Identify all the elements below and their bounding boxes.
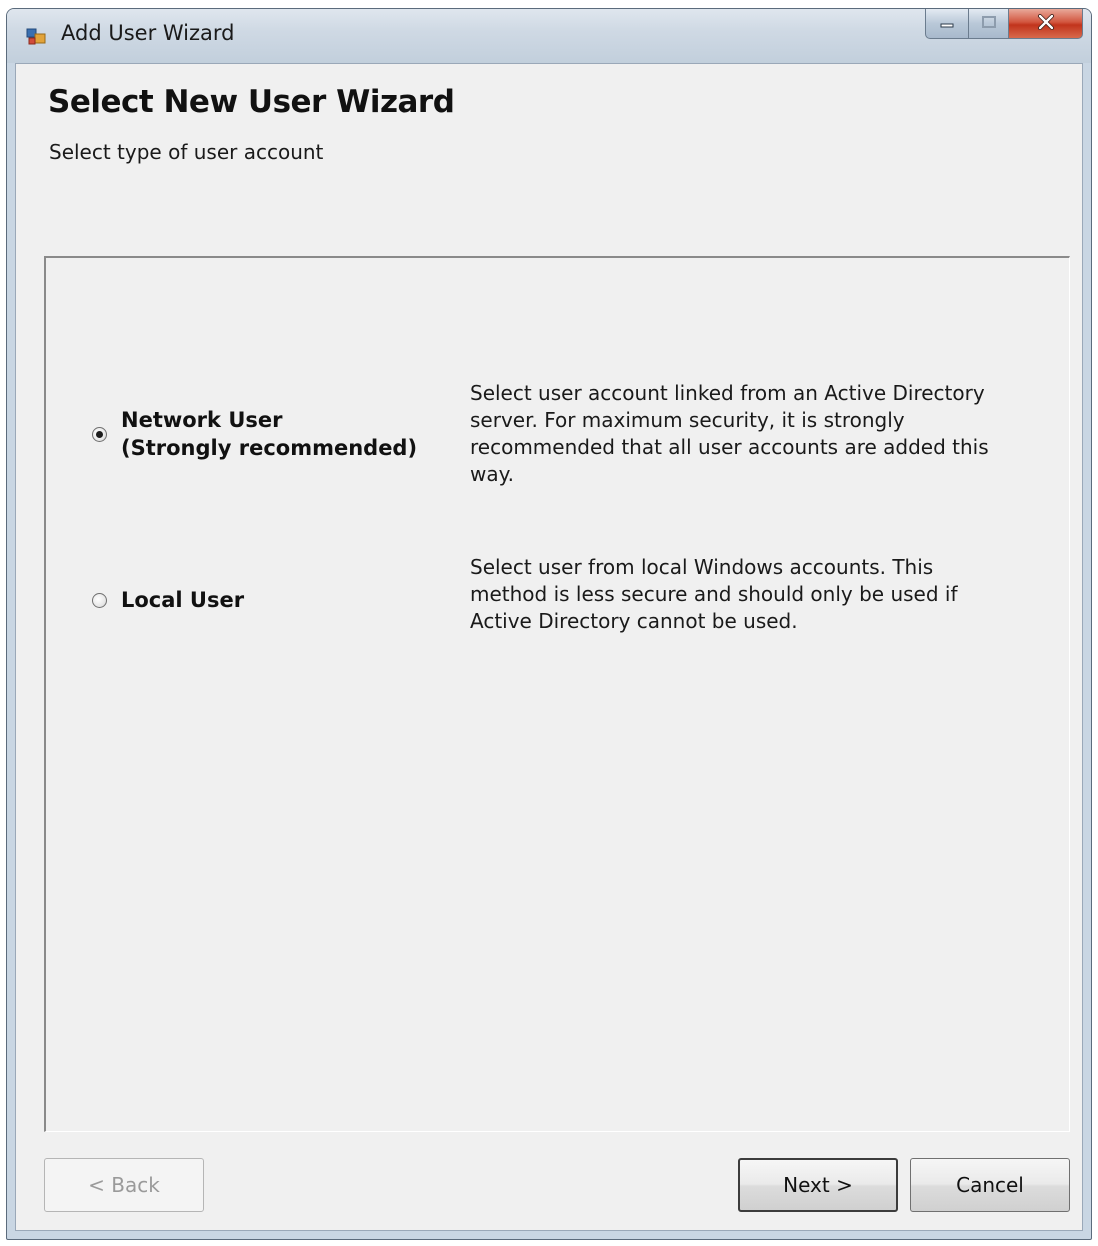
network-user-description: Select user account linked from an Activ… — [470, 381, 989, 486]
wizard-header: Select New User Wizard Select type of us… — [16, 64, 1082, 260]
cancel-button[interactable]: Cancel — [910, 1158, 1070, 1212]
close-button[interactable] — [1009, 9, 1083, 39]
network-user-option[interactable]: Network User (Strongly recommended) — [92, 406, 417, 462]
minimize-icon — [939, 14, 955, 33]
page-title: Select New User Wizard — [48, 84, 455, 120]
network-user-radio[interactable] — [92, 426, 107, 442]
minimize-button[interactable] — [925, 9, 969, 39]
local-user-option[interactable]: Local User — [92, 586, 244, 614]
next-button[interactable]: Next > — [738, 1158, 898, 1212]
close-icon — [1037, 13, 1055, 34]
title-bar[interactable]: Add User Wizard — [7, 9, 1091, 63]
local-user-radio[interactable] — [92, 592, 107, 608]
wizard-client-area: Select New User Wizard Select type of us… — [15, 63, 1083, 1231]
network-user-label[interactable]: Network User (Strongly recommended) — [121, 406, 417, 462]
maximize-button[interactable] — [969, 9, 1009, 39]
caption-buttons — [925, 9, 1083, 39]
local-user-description: Select user from local Windows accounts.… — [470, 555, 958, 633]
back-button[interactable]: < Back — [44, 1158, 204, 1212]
radio-selected-dot — [96, 430, 103, 438]
options-panel: Network User (Strongly recommended) Sele… — [44, 256, 1070, 1132]
maximize-icon — [981, 14, 997, 33]
add-user-wizard-window: Add User Wizard Select New User Wizard S… — [6, 8, 1092, 1240]
app-window-icon — [25, 25, 47, 47]
page-subtitle: Select type of user account — [49, 140, 324, 164]
window-title: Add User Wizard — [61, 21, 235, 45]
local-user-label[interactable]: Local User — [121, 586, 244, 614]
